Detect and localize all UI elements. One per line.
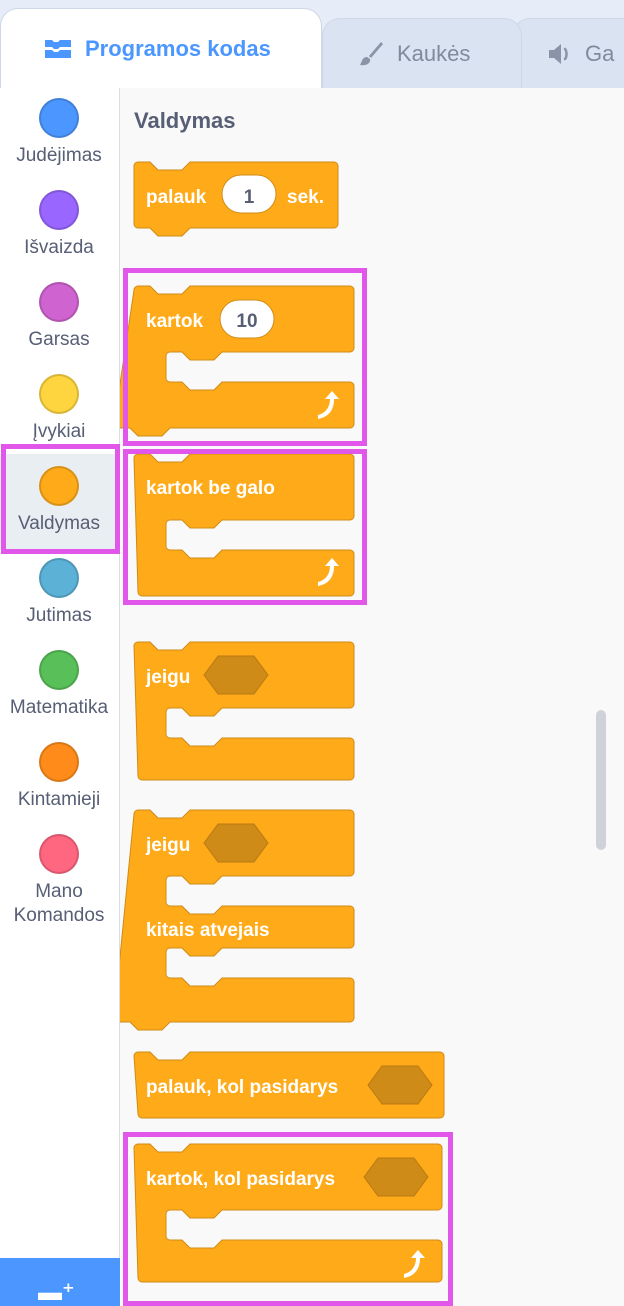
category-operators-dot	[39, 650, 79, 690]
if-else-block[interactable]: jeigu kitais atvejais	[120, 809, 355, 1031]
tab-costumes[interactable]: Kaukės	[322, 18, 522, 88]
if-else-condition-slot[interactable]	[203, 823, 269, 863]
highlight-repeat-block	[123, 268, 367, 446]
extension-icon: ▬⁺	[38, 1279, 75, 1306]
category-sensing-dot	[39, 558, 79, 598]
category-my-blocks[interactable]: Mano Komandos	[0, 834, 118, 938]
category-sensing[interactable]: Jutimas	[0, 558, 118, 642]
wait-until-condition-slot[interactable]	[367, 1065, 433, 1105]
paintbrush-icon	[357, 40, 385, 68]
code-blocks-icon	[43, 38, 73, 60]
tab-sounds[interactable]: Ga	[512, 18, 624, 88]
speaker-icon	[547, 42, 573, 66]
highlight-forever-block	[123, 449, 367, 605]
tab-sounds-label: Ga	[585, 40, 615, 66]
if-then-label: jeigu	[145, 667, 190, 688]
category-sensing-label: Jutimas	[26, 605, 92, 626]
tab-code[interactable]: Programos kodas	[0, 8, 322, 88]
add-extension-button[interactable]: ▬⁺	[0, 1258, 120, 1306]
category-my-blocks-dot	[39, 834, 79, 874]
if-then-block[interactable]: jeigu	[133, 641, 355, 781]
category-operators[interactable]: Matematika	[0, 650, 118, 734]
wait-until-label: palauk, kol pasidarys	[146, 1077, 338, 1098]
category-motion-dot	[39, 98, 79, 138]
category-sound-dot	[39, 282, 79, 322]
category-sidebar: Judėjimas Išvaizda Garsas Įvykiai Valdym…	[0, 88, 120, 1306]
editor-tab-bar: Ga Kaukės Programos kodas	[0, 0, 624, 88]
highlight-control-category	[1, 444, 120, 554]
wait-block[interactable]: palauk 1 sek.	[133, 161, 339, 237]
tab-costumes-label: Kaukės	[397, 40, 471, 66]
category-motion[interactable]: Judėjimas	[0, 98, 118, 182]
category-looks-dot	[39, 190, 79, 230]
category-variables-label: Kintamieji	[17, 789, 101, 810]
category-looks-label: Išvaizda	[24, 237, 94, 258]
category-looks[interactable]: Išvaizda	[0, 190, 118, 274]
category-events-label: Įvykiai	[32, 421, 86, 442]
category-variables[interactable]: Kintamieji	[0, 742, 118, 826]
category-sound[interactable]: Garsas	[0, 282, 118, 366]
if-else-label: jeigu	[145, 835, 190, 856]
wait-seconds-value: 1	[244, 187, 255, 208]
highlight-repeat-until-block	[123, 1132, 453, 1306]
wait-suffix: sek.	[287, 187, 324, 208]
palette-scrollbar[interactable]	[596, 710, 606, 850]
category-sound-label: Garsas	[28, 329, 90, 350]
else-label: kitais atvejais	[146, 920, 270, 941]
category-motion-label: Judėjimas	[16, 145, 102, 166]
block-palette: Valdymas .blk { fill: #ffab19; stroke: #…	[120, 88, 624, 1306]
category-my-blocks-label: Mano Komandos	[13, 881, 105, 926]
tab-code-label: Programos kodas	[85, 35, 271, 61]
category-events-dot	[39, 374, 79, 414]
if-then-condition-slot[interactable]	[203, 655, 269, 695]
category-variables-dot	[39, 742, 79, 782]
category-operators-label: Matematika	[9, 697, 109, 718]
wait-label: palauk	[146, 187, 207, 208]
wait-until-block[interactable]: palauk, kol pasidarys	[133, 1051, 445, 1119]
